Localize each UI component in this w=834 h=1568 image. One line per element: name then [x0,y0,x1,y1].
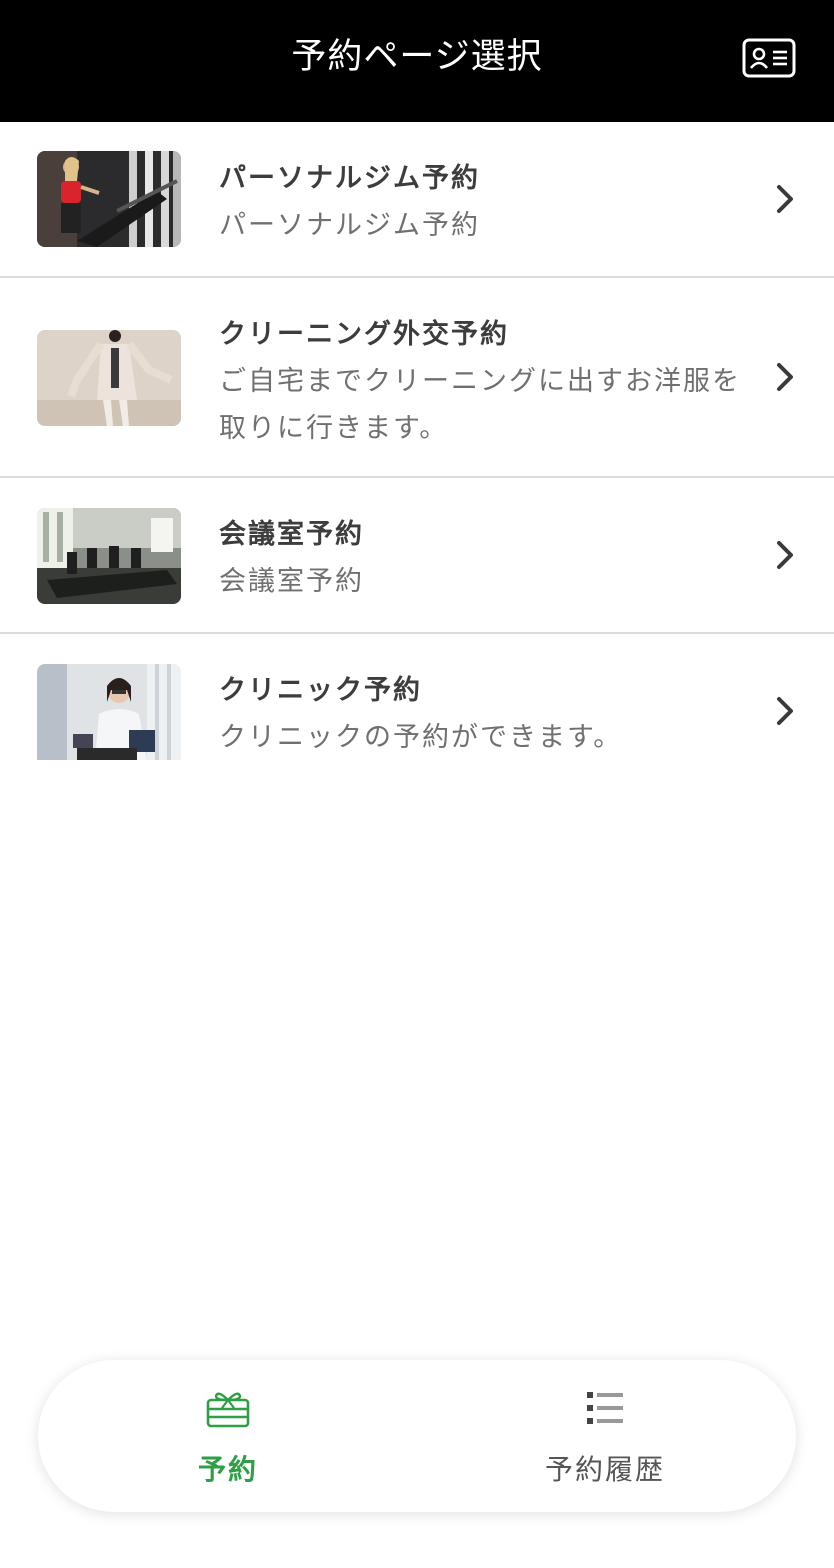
meeting-room-photo [37,508,181,604]
id-card-icon[interactable] [742,38,796,78]
menu-item-title: 会議室予約 [219,519,364,550]
reservation-select-screen: 予約ページ選択 パーソナルジム予約 パーソナルジム予約 クリーニング外交予約 ご… [0,0,834,1568]
nav-tab-history[interactable]: 予約履歴 [475,1360,735,1512]
bottom-navigation: 予約 予約履歴 [38,1360,796,1512]
gym-treadmill-photo [37,151,181,247]
menu-item-description: パーソナルジム予約 [219,210,480,241]
gift-card-icon [206,1388,250,1428]
reservation-menu-list: パーソナルジム予約 パーソナルジム予約 クリーニング外交予約 ご自宅までクリーニ… [0,122,834,790]
chevron-right-icon [774,184,796,214]
menu-item-description: ご自宅までクリーニングに出すお洋服を取りに行きます。 [219,366,741,444]
chevron-right-icon [774,696,796,726]
nav-tab-reserve[interactable]: 予約 [98,1360,358,1512]
menu-item-title: クリニック予約 [219,675,422,706]
menu-item-cleaning-pickup[interactable]: クリーニング外交予約 ご自宅までクリーニングに出すお洋服を取りに行きます。 [0,278,834,478]
doctor-photo [37,664,181,760]
chevron-right-icon [774,362,796,392]
nav-tab-label: 予約履歴 [544,1453,665,1486]
page-title: 予約ページ選択 [291,37,543,77]
menu-item-clinic[interactable]: クリニック予約 クリニックの予約ができます。 [0,634,834,790]
chevron-right-icon [774,540,796,570]
list-icon [583,1388,627,1428]
nav-tab-label: 予約 [197,1453,258,1486]
coat-woman-photo [37,330,181,426]
menu-item-personal-gym[interactable]: パーソナルジム予約 パーソナルジム予約 [0,122,834,278]
menu-item-description: クリニックの予約ができます。 [219,722,623,753]
menu-item-description: 会議室予約 [219,566,364,597]
menu-item-title: クリーニング外交予約 [219,319,509,350]
menu-item-meeting-room[interactable]: 会議室予約 会議室予約 [0,478,834,634]
app-header: 予約ページ選択 [0,0,834,122]
menu-item-title: パーソナルジム予約 [219,163,480,194]
